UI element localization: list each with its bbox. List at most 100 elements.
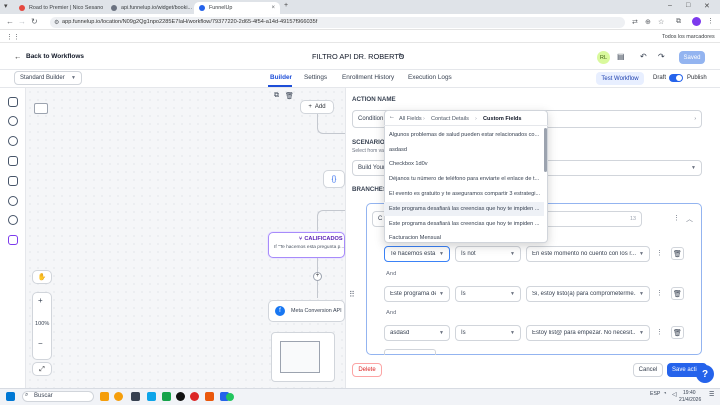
browser-tab-2[interactable]: api.funnelup.io/widget/booki... × xyxy=(106,2,194,14)
integrations-icon[interactable] xyxy=(8,235,18,245)
all-bookmarks-link[interactable]: Todos los marcadores xyxy=(662,34,715,40)
clock-time[interactable]: 19:40 xyxy=(683,390,696,396)
add-condition-partial[interactable] xyxy=(384,349,436,355)
language-indicator[interactable]: ESP xyxy=(650,391,660,397)
field-option[interactable]: Facturacion Mensual xyxy=(384,232,544,243)
breadcrumb-contact-details[interactable]: Contact Details xyxy=(431,116,469,122)
zoom-in-icon[interactable]: + xyxy=(38,296,43,305)
minimize-icon[interactable]: – xyxy=(668,2,672,9)
drag-handle-icon[interactable]: ⠿ xyxy=(349,290,355,299)
tab-close-icon[interactable]: × xyxy=(271,5,275,11)
delete-row-icon[interactable]: 🗑 xyxy=(671,287,684,300)
test-workflow-button[interactable]: Test Workflow xyxy=(596,72,644,85)
meta-conversion-node[interactable]: f Meta Conversion API xyxy=(268,300,345,322)
field-option[interactable]: asdasd xyxy=(384,143,544,157)
check-circle-icon[interactable] xyxy=(8,116,18,126)
saved-button[interactable]: Saved xyxy=(679,51,705,64)
chrome-icon[interactable] xyxy=(226,393,234,401)
zoom-icon[interactable]: ⊕ xyxy=(645,18,651,26)
forward-icon[interactable]: → xyxy=(18,17,26,26)
apps-grid-icon[interactable]: ⋮⋮ xyxy=(6,33,20,41)
notes-icon[interactable]: ▤ xyxy=(617,52,625,61)
row-menu-icon[interactable]: ⋮ xyxy=(656,249,663,257)
publish-toggle[interactable] xyxy=(669,74,683,82)
browser-tab-1[interactable]: Road to Premier | Nico Sesano × xyxy=(14,2,106,14)
field-option[interactable]: Déjanos tu número de teléfono para envia… xyxy=(384,172,544,186)
translate-icon[interactable]: ⇄ xyxy=(632,18,638,26)
zoom-out-icon[interactable]: − xyxy=(38,339,43,348)
chat-icon[interactable] xyxy=(8,97,18,107)
back-icon[interactable]: ← xyxy=(6,17,14,26)
tab-enrollment-history[interactable]: Enrollment History xyxy=(342,74,394,81)
browser-menu-icon[interactable]: ⋮ xyxy=(707,17,714,25)
maximize-icon[interactable]: □ xyxy=(686,2,690,9)
row-menu-icon[interactable]: ⋮ xyxy=(656,289,663,297)
popup-scrollbar[interactable] xyxy=(544,128,547,172)
operator-select-1[interactable]: Is not ▼ xyxy=(455,246,521,262)
help-button[interactable]: ? xyxy=(696,365,714,383)
field-option[interactable]: Checkbox 1d0v xyxy=(384,157,544,171)
task-view-icon[interactable] xyxy=(131,392,140,401)
volume-icon[interactable]: ◁ xyxy=(672,391,677,398)
new-tab-icon[interactable]: + xyxy=(284,2,288,9)
tiktok-icon[interactable] xyxy=(176,392,185,401)
code-node[interactable]: {} xyxy=(323,170,345,188)
extensions-icon[interactable]: ⧉ xyxy=(676,18,681,26)
field-option[interactable]: Este programa desafiará las creencias qu… xyxy=(384,217,544,231)
field-option-highlighted[interactable]: Este programa desafiará las creencias qu… xyxy=(384,202,544,216)
youtube-icon[interactable] xyxy=(190,392,199,401)
breadcrumb-custom-fields[interactable]: Custom Fields xyxy=(483,116,522,122)
value-select-1[interactable]: En este momento no cuento con los r... ▼ xyxy=(526,246,650,262)
back-arrow-icon[interactable]: ← xyxy=(14,52,22,61)
widgets-icon[interactable] xyxy=(100,392,109,401)
url-field[interactable]: app.funnelup.io/location/N09g2Qg1npo2285… xyxy=(50,17,625,28)
search-icon[interactable] xyxy=(8,196,18,206)
value-select-3[interactable]: Estoy list@ para empezar. No necesit... ▼ xyxy=(526,325,650,341)
operator-select-3[interactable]: Is ▼ xyxy=(455,325,521,341)
browser-tab-3[interactable]: FunnelUp × xyxy=(194,2,280,14)
operator-select-2[interactable]: Is ▼ xyxy=(455,286,521,302)
edge-icon[interactable] xyxy=(147,392,156,401)
hand-tool-icon[interactable]: ✋ xyxy=(32,270,52,284)
copy-icon[interactable]: ⧉ xyxy=(274,92,279,100)
undo-icon[interactable]: ↶ xyxy=(640,52,647,61)
add-step-plus-icon[interactable]: + xyxy=(313,272,322,281)
field-select-1[interactable]: Te hacemos esta p ▼ xyxy=(384,246,450,262)
field-select-2[interactable]: Este programa de ▼ xyxy=(384,286,450,302)
value-select-2[interactable]: Si, estoy listo(a) para comprometerme...… xyxy=(526,286,650,302)
calificados-node[interactable]: ⑂ CALIFICADOS If "Te hacemos esta pregunt… xyxy=(268,232,345,258)
collapse-chevron-icon[interactable]: ︿ xyxy=(686,214,693,224)
brave-icon[interactable] xyxy=(205,392,214,401)
delete-row-icon[interactable]: 🗑 xyxy=(671,247,684,260)
windows-start-icon[interactable] xyxy=(6,392,15,401)
tab-execution-logs[interactable]: Execution Logs xyxy=(408,74,452,81)
fit-view-icon[interactable]: ⤢ xyxy=(32,362,52,376)
field-option[interactable]: El evento es gratuito y te aseguramos co… xyxy=(384,187,544,201)
tab-settings[interactable]: Settings xyxy=(304,74,327,81)
branch-menu-icon[interactable]: ⋮ xyxy=(673,214,680,222)
field-select-3[interactable]: asdasd ▼ xyxy=(384,325,450,341)
export-icon[interactable] xyxy=(8,176,18,186)
profile-avatar[interactable] xyxy=(692,17,701,26)
edit-title-icon[interactable]: ✎ xyxy=(398,52,404,60)
app-icon[interactable] xyxy=(162,392,171,401)
cancel-button[interactable]: Cancel xyxy=(633,363,663,377)
delete-button[interactable]: Delete xyxy=(352,363,382,377)
field-option[interactable]: Algunos problemas de salud pueden estar … xyxy=(384,128,544,142)
clock-date[interactable]: 21/4/2026 xyxy=(679,397,701,403)
weather-icon[interactable] xyxy=(114,392,123,401)
delete-row-icon[interactable]: 🗑 xyxy=(671,326,684,339)
notifications-icon[interactable]: ☰ xyxy=(709,391,714,398)
document-icon[interactable] xyxy=(8,156,18,166)
minimap[interactable] xyxy=(271,332,335,382)
wifi-icon[interactable]: ◔ xyxy=(663,391,667,397)
add-node-button[interactable]: + Add xyxy=(300,100,334,114)
reload-icon[interactable]: ↻ xyxy=(31,17,38,26)
builder-type-select[interactable]: Standard Builder ▼ xyxy=(14,71,82,85)
settings-icon[interactable] xyxy=(8,215,18,225)
tab-builder[interactable]: Builder xyxy=(270,74,292,81)
back-to-workflows-link[interactable]: Back to Workflows xyxy=(26,53,84,60)
history-icon[interactable] xyxy=(8,136,18,146)
close-window-icon[interactable]: ✕ xyxy=(704,2,710,10)
popup-back-icon[interactable]: ← xyxy=(389,114,395,120)
